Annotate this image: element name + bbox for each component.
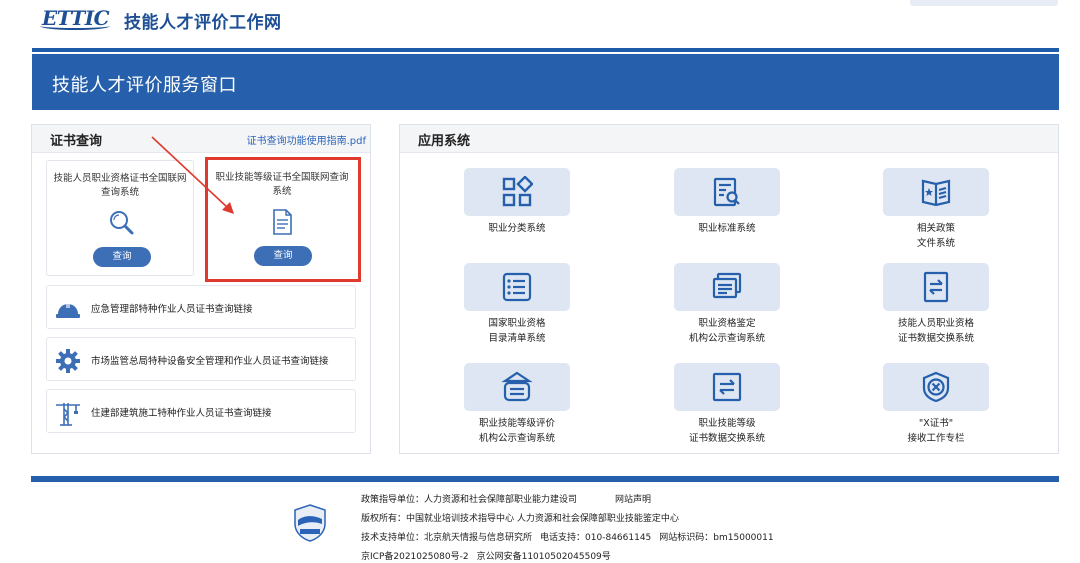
system-national-qualification-list[interactable]: 国家职业资格 目录清单系统 [450,263,580,353]
system-label-line1: 职业标准系统 [698,223,756,234]
system-label-line2: 机构公示查询系统 [478,433,555,444]
system-tile[interactable] [464,263,570,311]
footer-copyright-value: 中国就业培训技术指导中心 人力资源和社会保障部职业技能鉴定中心 [406,514,679,524]
footer-guide-label: 政策指导单位： [361,495,425,505]
system-label-line1: "X证书" [918,418,954,429]
app-systems-header: 应用系统 [400,125,1058,153]
gear-icon [56,349,80,373]
footer-site-id-label: 网站标识码： [659,533,714,543]
system-tile[interactable] [883,168,989,216]
system-label: 职业分类系统 [450,221,584,236]
crane-icon [56,403,80,426]
system-tile[interactable] [674,363,780,411]
system-label-line1: 国家职业资格 [488,318,546,329]
gov-badge-icon[interactable] [294,504,326,542]
cert-query-panel: 证书查询 证书查询功能使用指南.pdf 技能人员职业资格证书全国联网查询系统 查… [31,124,371,454]
system-tile[interactable] [883,263,989,311]
cert-card-title: 技能人员职业资格证书全国联网查询系统 [53,173,187,198]
police-record-link[interactable]: 京公网安备11010502045509号 [477,552,611,562]
system-label: 职业资格鉴定 机构公示查询系统 [660,316,794,346]
link-label: 住建部建筑施工特种作业人员证书查询链接 [91,408,272,419]
logo-swoosh [40,22,110,30]
system-qualification-data-exchange[interactable]: 技能人员职业资格 证书数据交换系统 [869,263,999,353]
system-policy-documents[interactable]: 相关政策 文件系统 [869,168,999,258]
institution-icon [501,371,533,402]
system-label: 职业标准系统 [660,221,794,236]
system-label-line2: 接收工作专栏 [907,433,965,444]
service-banner: 技能人才评价服务窗口 [32,54,1059,110]
system-tile[interactable] [464,168,570,216]
list-icon [502,272,532,302]
app-systems-panel: 应用系统 职业分类系统 职业标准系统 相关政策 文件系统 国家职业资格 目录清单… [399,124,1059,454]
system-tile[interactable] [883,363,989,411]
system-label-line2: 证书数据交换系统 [897,333,974,344]
system-label-line2: 机构公示查询系统 [688,333,765,344]
red-highlight-box [205,157,361,282]
system-label: 国家职业资格 目录清单系统 [450,316,584,346]
cert-query-header: 证书查询 证书查询功能使用指南.pdf [32,125,370,153]
footer-site-id-value: bm15000011 [713,533,774,543]
site-statement-link[interactable]: 网站声明 [615,495,651,505]
magnifier-icon [110,211,134,235]
system-occupation-classification[interactable]: 职业分类系统 [450,168,580,258]
guide-pdf-link[interactable]: 证书查询功能使用指南.pdf [247,132,366,147]
exchange-doc-icon [923,271,949,303]
app-systems-title: 应用系统 [418,134,471,149]
system-skill-cert-data-exchange[interactable]: 职业技能等级 证书数据交换系统 [660,363,790,453]
site-header: ETTIC 技能人才评价工作网 [0,0,1080,48]
exchange-arrows-icon [712,372,742,402]
system-label-line1: 职业分类系统 [488,223,546,234]
footer-phone-label: 电话支持： [540,533,586,543]
footer-guide-value: 人力资源和社会保障部职业能力建设司 [424,495,578,505]
banner-title: 技能人才评价服务窗口 [52,75,237,96]
link-label: 市场监管总局特种设备安全管理和作业人员证书查询链接 [91,356,329,367]
footer-divider [31,476,1059,482]
standard-search-icon [713,177,740,207]
footer-tech-label: 技术支持单位： [361,533,425,543]
system-tile[interactable] [674,168,780,216]
system-label-line1: 职业技能等级 [698,418,756,429]
system-label-line2: 目录清单系统 [488,333,546,344]
vocational-cert-card: 技能人员职业资格证书全国联网查询系统 查询 [46,160,194,276]
hardhat-icon [56,302,80,318]
cert-query-title: 证书查询 [50,134,103,149]
query-button[interactable]: 查询 [93,247,151,267]
footer-guide-unit: 政策指导单位：人力资源和社会保障部职业能力建设司 网站声明 [361,492,651,505]
date-box [910,0,1058,6]
site-title[interactable]: 技能人才评价工作网 [124,8,282,33]
system-occupation-standard[interactable]: 职业标准系统 [660,168,790,258]
emergency-cert-link[interactable]: 应急管理部特种作业人员证书查询链接 [46,285,356,329]
banner-top-line [32,48,1059,52]
system-label-line1: 职业资格鉴定 [698,318,756,329]
category-grid-icon [502,176,533,207]
x-certificate-icon [922,371,950,403]
footer-tech-support: 技术支持单位：北京航天情报与信息研究所 电话支持：010-84661145 网站标识… [361,530,774,543]
policy-book-icon [921,179,951,207]
system-label: "X证书" 接收工作专栏 [869,416,1003,446]
system-label-line1: 职业技能等级评价 [478,418,555,429]
construction-cert-link[interactable]: 住建部建筑施工特种作业人员证书查询链接 [46,389,356,433]
system-tile[interactable] [674,263,780,311]
footer-tech-value: 北京航天情报与信息研究所 [424,533,533,543]
system-label: 职业技能等级评价 机构公示查询系统 [450,416,584,446]
footer-copyright-label: 版权所有： [361,514,407,524]
system-label: 技能人员职业资格 证书数据交换系统 [869,316,1003,346]
system-skill-evaluation-institution[interactable]: 职业技能等级评价 机构公示查询系统 [450,363,580,453]
system-tile[interactable] [464,363,570,411]
icp-link[interactable]: 京ICP备2021025080号-2 [361,552,469,562]
footer-icp: 京ICP备2021025080号-2 京公网安备11010502045509号 [361,549,611,562]
system-label: 职业技能等级 证书数据交换系统 [660,416,794,446]
system-label-line2: 文件系统 [916,238,955,249]
footer-phone-value: 010-84661145 [585,533,652,543]
footer-copyright: 版权所有：中国就业培训技术指导中心 人力资源和社会保障部职业技能鉴定中心 [361,511,679,524]
system-qualification-institution-query[interactable]: 职业资格鉴定 机构公示查询系统 [660,263,790,353]
system-label-line1: 相关政策 [916,223,955,234]
system-label-line1: 技能人员职业资格 [897,318,974,329]
system-x-certificate[interactable]: "X证书" 接收工作专栏 [869,363,999,453]
system-label: 相关政策 文件系统 [869,221,1003,251]
monitor-icon [712,272,742,299]
link-label: 应急管理部特种作业人员证书查询链接 [91,304,253,315]
market-supervision-cert-link[interactable]: 市场监管总局特种设备安全管理和作业人员证书查询链接 [46,337,356,381]
system-label-line2: 证书数据交换系统 [688,433,765,444]
